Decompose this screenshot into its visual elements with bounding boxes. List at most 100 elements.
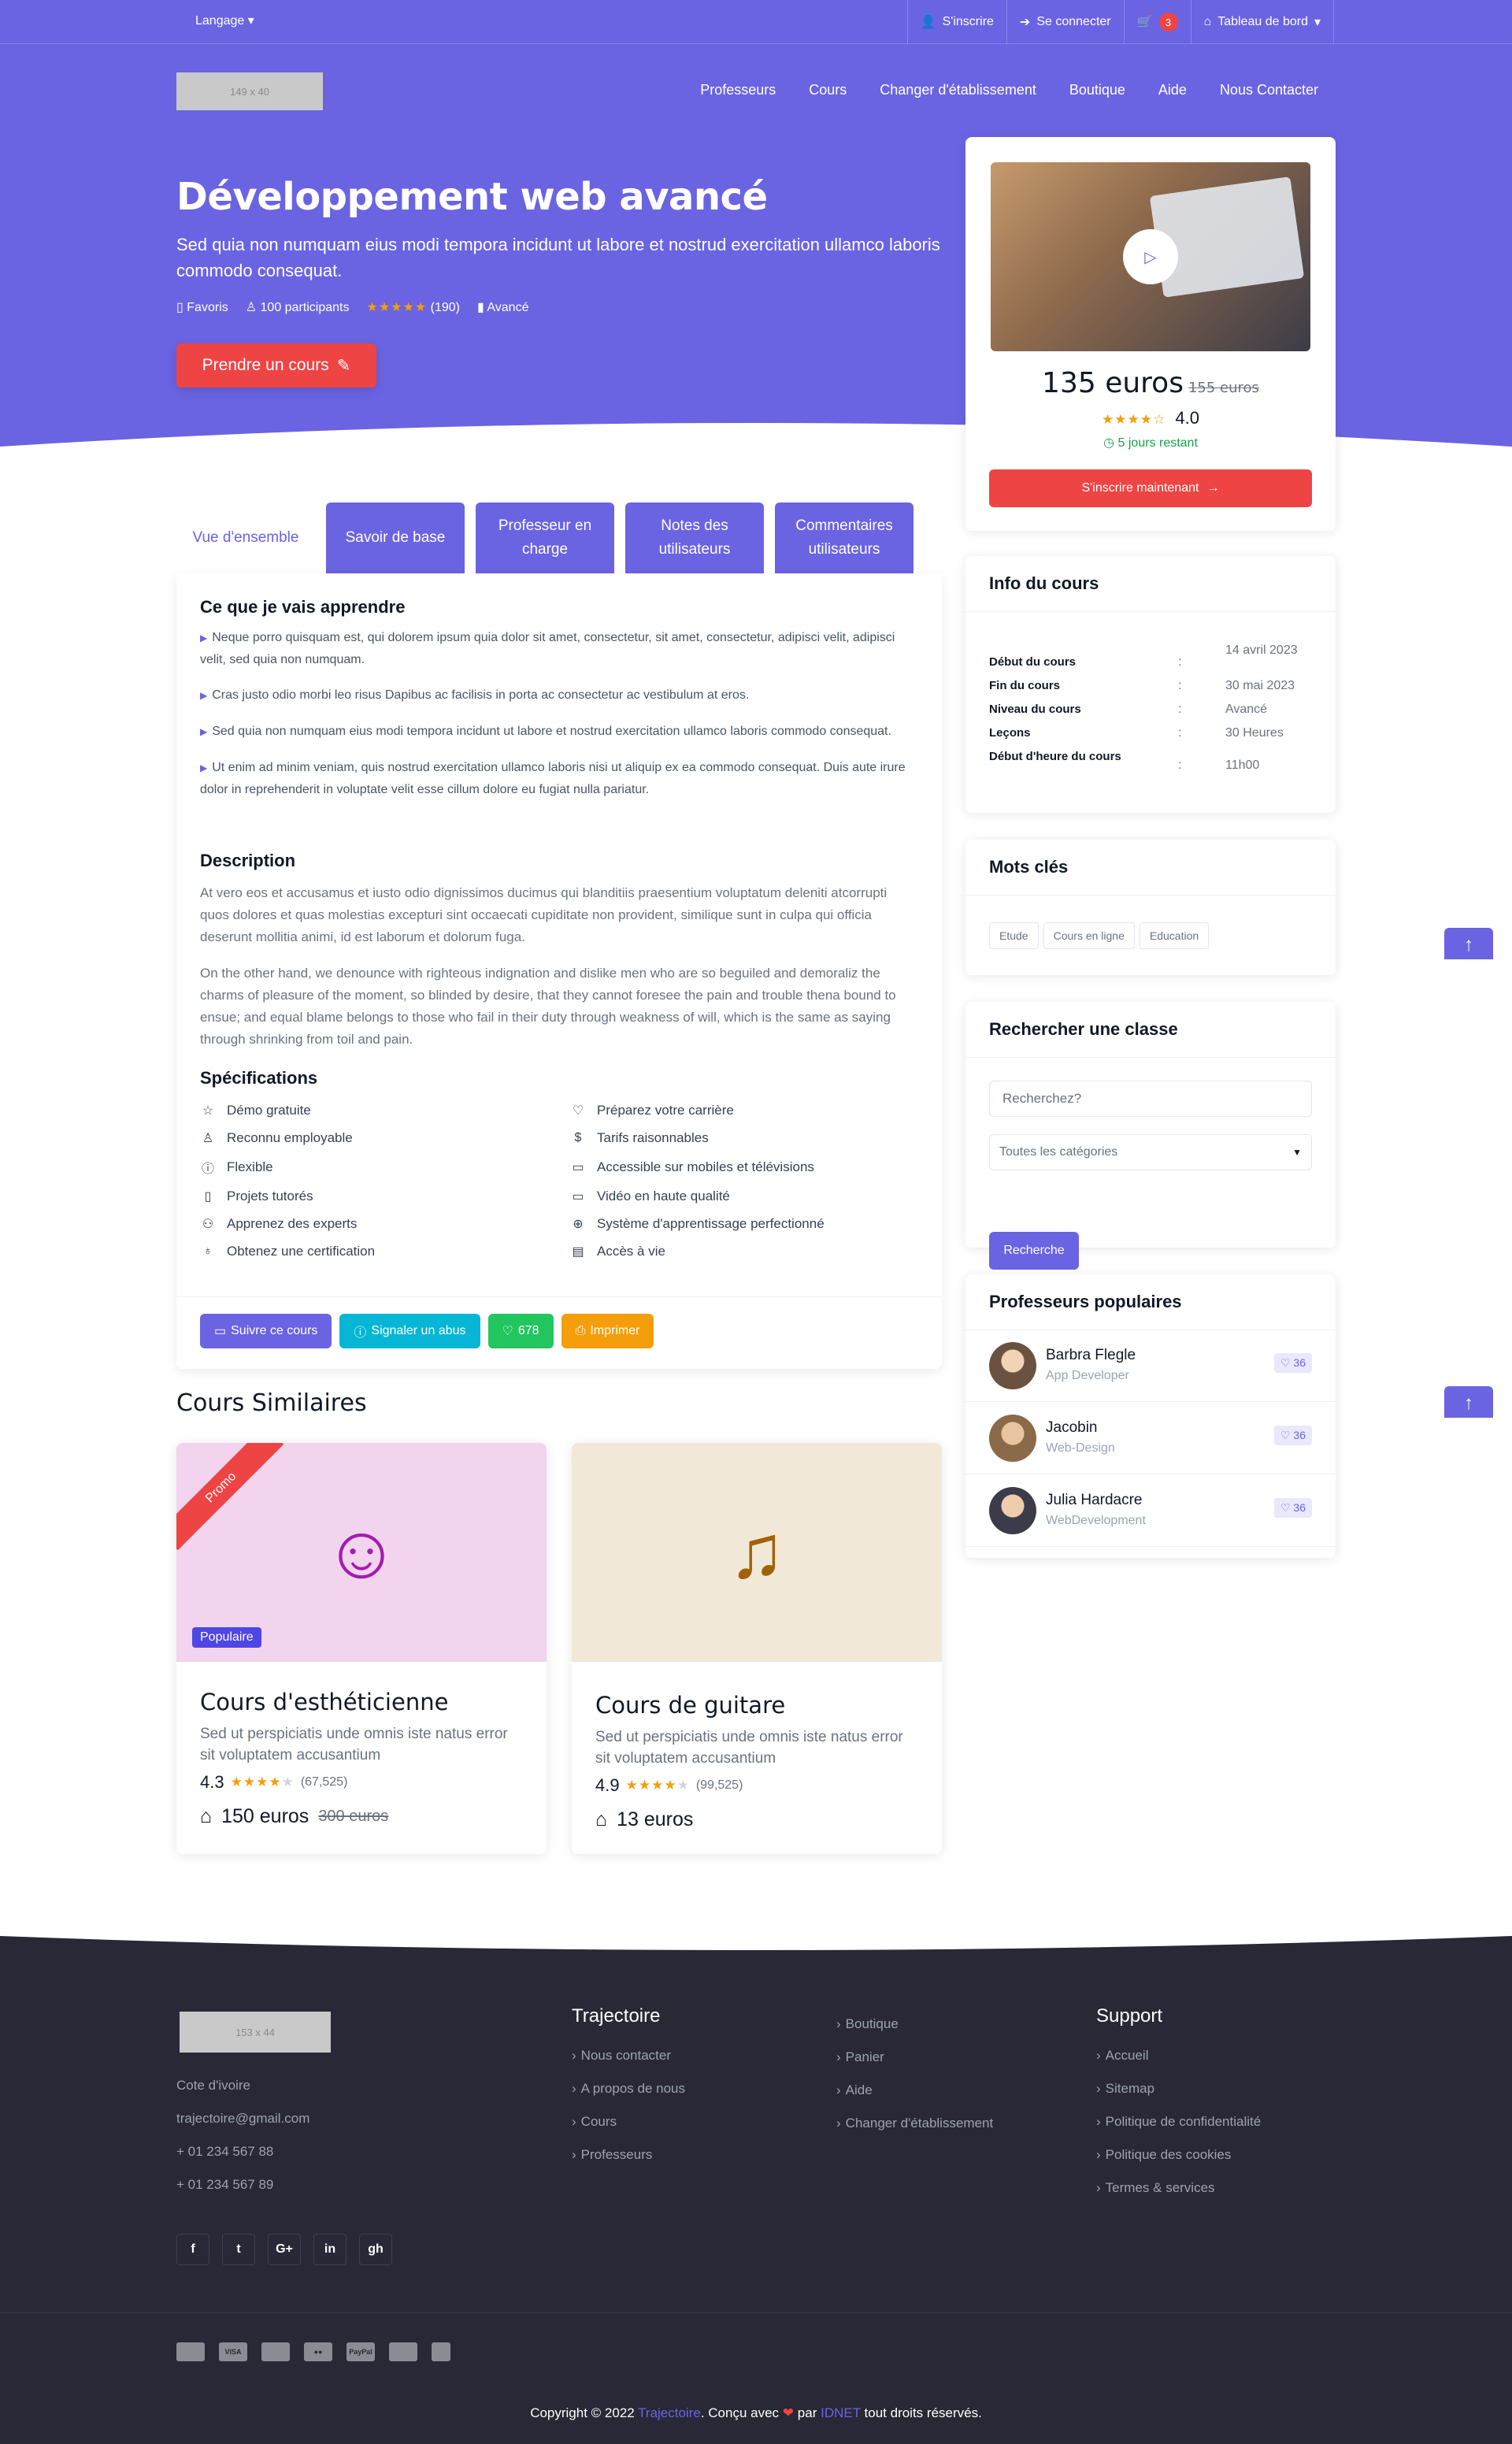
tab-user-ratings[interactable]: Notes des utilisateurs xyxy=(625,503,764,573)
course-card[interactable]: ♫ Cours de guitare Sed ut perspiciatis u… xyxy=(572,1443,942,1854)
spec-label: Tarifs raisonnables xyxy=(597,1130,709,1145)
nav-cours[interactable]: Cours xyxy=(809,82,847,98)
footer-link[interactable]: › Changer d'établissement xyxy=(836,2116,993,2131)
spec-label: Préparez votre carrière xyxy=(597,1103,734,1118)
course-name[interactable]: Cours de guitare xyxy=(595,1692,785,1719)
footer-link[interactable]: › Accueil xyxy=(1096,2048,1261,2064)
footer-link[interactable]: › Sitemap xyxy=(1096,2081,1261,2097)
play-icon[interactable]: ▷ xyxy=(1123,229,1178,284)
nav-boutique[interactable]: Boutique xyxy=(1069,82,1125,98)
keyword-tag[interactable]: Etude xyxy=(989,922,1039,949)
professor-item[interactable]: Jacobin Web-Design ♡ 36 xyxy=(965,1402,1336,1474)
learn-heading: Ce que je vais apprendre xyxy=(200,597,406,617)
course-preview-video[interactable]: ▷ xyxy=(991,162,1310,351)
nav-professeurs[interactable]: Professeurs xyxy=(700,82,776,98)
login-link[interactable]: ➔ Se connecter xyxy=(1006,0,1124,44)
professor-name: Barbra Flegle xyxy=(1046,1347,1136,1363)
professor-name: Jacobin xyxy=(1046,1419,1098,1436)
tab-instructor[interactable]: Professeur en charge xyxy=(476,503,614,573)
linkedin-icon[interactable]: in xyxy=(313,2234,346,2265)
footer-link[interactable]: › Professeurs xyxy=(572,2147,685,2163)
nav-aide[interactable]: Aide xyxy=(1158,82,1187,98)
signup-link[interactable]: 👤 S'inscrire xyxy=(906,0,1006,44)
nav-contact[interactable]: Nous Contacter xyxy=(1220,82,1318,98)
nav-changer-etablissement[interactable]: Changer d'établissement xyxy=(880,82,1036,98)
author-link[interactable]: IDNET xyxy=(821,2405,861,2420)
site-logo[interactable]: 149 x 40 xyxy=(176,72,323,110)
tab-user-comments[interactable]: Commentaires utilisateurs xyxy=(775,503,914,573)
tab-overview[interactable]: Vue d'ensemble xyxy=(176,503,315,573)
brand-link[interactable]: Trajectoire xyxy=(638,2405,701,2420)
info-value: 30 Heures xyxy=(1225,726,1284,740)
search-input[interactable]: Recherchez? xyxy=(989,1081,1312,1117)
likes-badge[interactable]: ♡ 36 xyxy=(1273,1426,1312,1445)
paypal-icon: PayPal xyxy=(346,2342,375,2361)
scroll-top-button[interactable]: ↑ xyxy=(1444,1386,1493,1418)
course-card[interactable]: ☺ Promo Populaire Cours d'esthéticienne … xyxy=(176,1443,547,1854)
price-card: ▷ 135 euros 155 euros ★★★★☆ 4.0 ◷ 5 jours… xyxy=(965,137,1336,531)
like-button[interactable]: ♡ 678 xyxy=(487,1314,554,1348)
search-button[interactable]: Recherche xyxy=(989,1232,1079,1270)
info-icon: ⓘ xyxy=(201,1163,214,1176)
scroll-top-button[interactable]: ↑ xyxy=(1444,928,1493,959)
footer-link[interactable]: › Nous contacter xyxy=(572,2048,685,2064)
footer-link-label: Accueil xyxy=(1105,2048,1149,2063)
enroll-now-button[interactable]: S'inscrire maintenant → xyxy=(989,469,1312,507)
review-count: (67,525) xyxy=(300,1775,348,1789)
specs-section: Spécifications ☆ Démo gratuite ♡ Préparez v… xyxy=(200,1068,918,1259)
keywords-card: Mots clés Etude Cours en ligne Education xyxy=(965,840,1336,975)
dashboard-dropdown[interactable]: ⌂ Tableau de bord ▾ xyxy=(1190,0,1334,44)
footer-link[interactable]: › Panier xyxy=(836,2049,993,2065)
professor-item[interactable]: Julia Hardacre WebDevelopment ♡ 36 xyxy=(965,1474,1336,1547)
take-course-button[interactable]: Prendre un cours ✎ xyxy=(176,343,376,388)
price-card-rating: ★★★★☆ 4.0 xyxy=(965,408,1336,428)
similar-courses-heading: Cours Similaires xyxy=(176,1389,367,1417)
arrow-up-icon: ↑ xyxy=(1464,934,1473,955)
caret-right-icon: ▶ xyxy=(200,726,208,737)
monitor-icon: ▭ xyxy=(572,1190,584,1203)
footer-link[interactable]: › Politique des cookies xyxy=(1096,2147,1261,2163)
globe-icon: ⊕ xyxy=(573,1218,584,1231)
award-icon: ♁ xyxy=(203,1244,213,1258)
likes-badge[interactable]: ♡ 36 xyxy=(1273,1498,1312,1518)
keyword-tag[interactable]: Education xyxy=(1139,922,1210,949)
google-plus-icon[interactable]: G+ xyxy=(268,2234,301,2265)
professor-item[interactable]: Barbra Flegle App Developer ♡ 36 xyxy=(965,1330,1336,1402)
footer-link[interactable]: › Termes & services xyxy=(1096,2180,1261,2196)
course-name[interactable]: Cours d'esthéticienne xyxy=(200,1689,448,1715)
review-count: (190) xyxy=(430,301,461,314)
footer-phone[interactable]: + 01 234 567 89 xyxy=(176,2177,309,2193)
course-info-heading: Info du cours xyxy=(965,556,1336,612)
footer-link[interactable]: › Boutique xyxy=(836,2016,993,2032)
footer-email[interactable]: trajectoire@gmail.com xyxy=(176,2111,309,2127)
spec-label: Projets tutorés xyxy=(227,1189,313,1203)
follow-course-button[interactable]: ▭ Suivre ce cours xyxy=(200,1314,332,1348)
spec-item: ▭ Vidéo en haute qualité xyxy=(570,1189,940,1204)
users-icon: ⚇ xyxy=(202,1218,214,1231)
github-icon[interactable]: gh xyxy=(359,2234,392,2265)
footer-link[interactable]: › Aide xyxy=(836,2082,993,2098)
favorites-link[interactable]: ▯ Favoris xyxy=(176,299,228,315)
twitter-icon[interactable]: t xyxy=(222,2234,255,2265)
print-button[interactable]: ⎙ Imprimer xyxy=(561,1314,654,1348)
footer-phone[interactable]: + 01 234 567 88 xyxy=(176,2144,309,2160)
likes-badge[interactable]: ♡ 36 xyxy=(1273,1353,1312,1373)
favorites-label: Favoris xyxy=(187,301,228,314)
keyword-tag[interactable]: Cours en ligne xyxy=(1043,922,1135,949)
guitar-icon: ♫ xyxy=(728,1510,785,1594)
cart-link[interactable]: 🛒 3 xyxy=(1123,0,1191,44)
language-dropdown[interactable]: Langage ▾ xyxy=(195,13,254,28)
avatar xyxy=(989,1342,1036,1389)
category-select[interactable]: Toutes les catégories ▼ xyxy=(989,1134,1312,1170)
footer-link[interactable]: › A propos de nous xyxy=(572,2081,685,2097)
footer-logo[interactable]: 153 x 44 xyxy=(180,2012,331,2053)
info-colon: : xyxy=(1178,758,1182,772)
heart-icon: ❤ xyxy=(782,2405,795,2420)
footer-link[interactable]: › Politique de confidentialité xyxy=(1096,2114,1261,2130)
tab-basic-knowledge[interactable]: Savoir de base xyxy=(326,503,465,573)
report-abuse-button[interactable]: ⓘ Signaler un abus xyxy=(339,1314,480,1348)
learn-item: ▶ Sed quia non numquam eius modi tempora … xyxy=(200,721,918,743)
bar-chart-icon: ▮ xyxy=(477,301,484,314)
facebook-icon[interactable]: f xyxy=(176,2234,209,2265)
footer-link[interactable]: › Cours xyxy=(572,2114,685,2130)
